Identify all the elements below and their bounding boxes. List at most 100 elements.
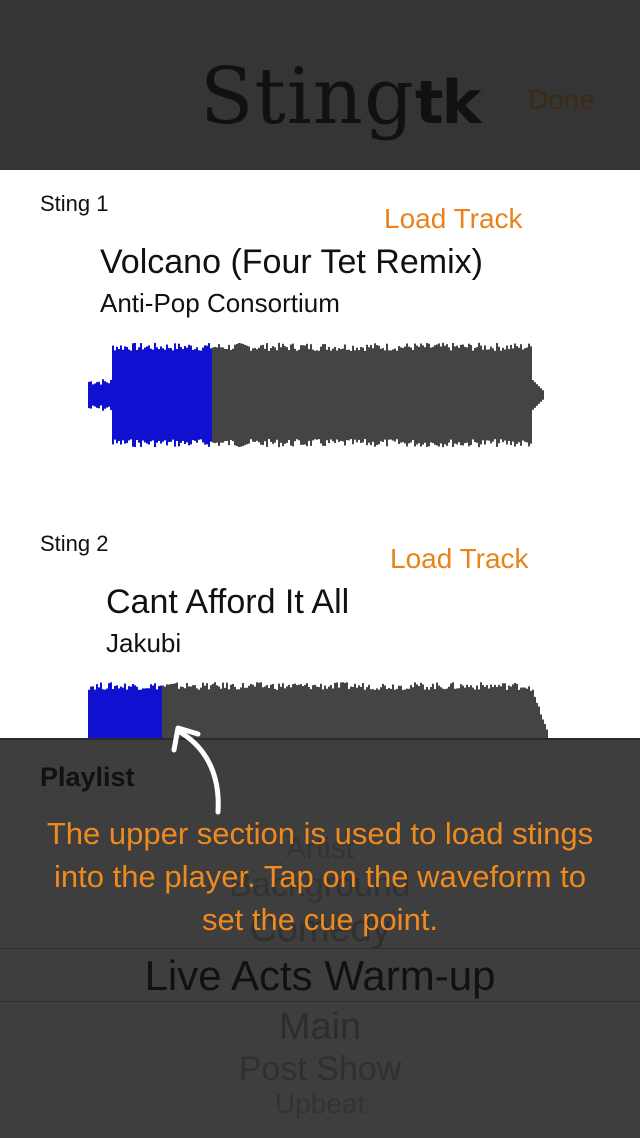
waveform-sample xyxy=(446,688,448,740)
waveform-sample xyxy=(486,349,488,441)
waveform-sample xyxy=(522,349,524,441)
sting-1-waveform[interactable] xyxy=(88,340,544,450)
waveform-sample xyxy=(320,683,322,740)
waveform-sample xyxy=(494,684,496,740)
waveform-sample xyxy=(496,687,498,740)
waveform-sample xyxy=(328,346,330,444)
waveform-sample xyxy=(364,689,366,740)
waveform-sample xyxy=(168,348,170,442)
waveform-sample xyxy=(464,346,466,444)
waveform-sample xyxy=(528,343,530,447)
waveform-sample xyxy=(468,343,470,447)
waveform-sample xyxy=(402,689,404,740)
waveform-sample xyxy=(242,343,244,447)
waveform-sample xyxy=(122,349,124,441)
waveform-sample xyxy=(390,688,392,740)
waveform-sample xyxy=(180,347,182,443)
waveform-sample xyxy=(298,349,300,441)
waveform-sample xyxy=(388,350,390,440)
waveform-sample xyxy=(214,346,216,444)
waveform-sample xyxy=(518,347,520,443)
waveform-sample xyxy=(448,347,450,443)
sting-1-load-track-button[interactable]: Load Track xyxy=(384,203,523,235)
sting-2-load-track-button[interactable]: Load Track xyxy=(390,543,529,575)
waveform-sample xyxy=(290,344,292,446)
waveform-sample xyxy=(474,689,476,740)
waveform-sample xyxy=(536,702,538,740)
done-button[interactable]: Done xyxy=(528,84,595,116)
waveform-sample xyxy=(288,684,290,740)
waveform-sample xyxy=(426,686,428,740)
waveform-sample xyxy=(516,346,518,444)
waveform-sample xyxy=(196,347,198,443)
waveform-sample xyxy=(150,684,152,740)
waveform-sample xyxy=(112,345,114,445)
waveform-sample xyxy=(278,342,280,448)
waveform-sample xyxy=(126,689,128,740)
waveform-sample xyxy=(430,686,432,740)
waveform-sample xyxy=(270,684,272,740)
playlist-picker-selected[interactable]: Live Acts Warm-up xyxy=(0,952,640,1000)
waveform-sample xyxy=(230,349,232,441)
waveform-sample xyxy=(358,350,360,440)
waveform-sample xyxy=(264,348,266,442)
playlist-picker-item[interactable]: Main xyxy=(0,1006,640,1049)
waveform-sample xyxy=(378,689,380,740)
waveform-sample xyxy=(432,346,434,444)
waveform-sample xyxy=(408,688,410,740)
waveform-sample xyxy=(362,683,364,740)
waveform-sample xyxy=(260,345,262,445)
waveform-sample xyxy=(492,687,494,740)
waveform-sample xyxy=(514,343,516,447)
waveform-sample xyxy=(334,682,336,740)
waveform-sample xyxy=(274,347,276,443)
waveform-sample xyxy=(312,349,314,441)
waveform-sample xyxy=(108,383,110,407)
waveform-sample xyxy=(286,347,288,443)
sting-2-waveform[interactable] xyxy=(88,680,548,740)
waveform-sample xyxy=(284,346,286,444)
waveform-sample xyxy=(532,689,534,740)
waveform-sample xyxy=(284,688,286,740)
waveform-sample xyxy=(286,686,288,740)
waveform-sample xyxy=(268,687,270,740)
waveform-sample xyxy=(498,684,500,740)
waveform-sample xyxy=(480,682,482,740)
waveform-sample xyxy=(442,688,444,740)
playlist-picker-item[interactable]: Post Show xyxy=(0,1050,640,1089)
waveform-sample xyxy=(280,686,282,740)
waveform-sample xyxy=(406,343,408,447)
waveform-sample xyxy=(238,343,240,447)
waveform-sample xyxy=(148,345,150,445)
waveform-sample xyxy=(430,347,432,443)
waveform-sample xyxy=(140,343,142,447)
waveform-sample xyxy=(90,686,92,740)
waveform-sample xyxy=(514,682,516,740)
waveform-sample xyxy=(162,348,164,442)
waveform-sample xyxy=(154,342,156,448)
waveform-sample xyxy=(96,382,98,408)
waveform-sample xyxy=(436,344,438,446)
waveform-sample xyxy=(492,348,494,442)
waveform-sample xyxy=(114,350,116,440)
waveform-sample xyxy=(528,686,530,740)
waveform-sample xyxy=(374,689,376,740)
waveform-sample xyxy=(350,686,352,740)
playlist-picker-item[interactable]: Upbeat xyxy=(0,1088,640,1120)
waveform-sample xyxy=(464,687,466,740)
waveform-sample xyxy=(132,684,134,740)
waveform-sample xyxy=(130,686,132,740)
waveform-sample xyxy=(134,685,136,740)
waveform-sample xyxy=(306,683,308,740)
waveform-sample xyxy=(356,687,358,740)
waveform-sample xyxy=(118,349,120,441)
waveform-sample xyxy=(422,684,424,740)
waveform-sample xyxy=(304,684,306,740)
waveform-sample xyxy=(198,350,200,440)
waveform-sample xyxy=(226,349,228,441)
waveform-sample xyxy=(396,350,398,440)
waveform-sample xyxy=(482,349,484,441)
waveform-sample xyxy=(206,345,208,445)
waveform-sample xyxy=(504,349,506,441)
waveform-sample xyxy=(360,686,362,740)
